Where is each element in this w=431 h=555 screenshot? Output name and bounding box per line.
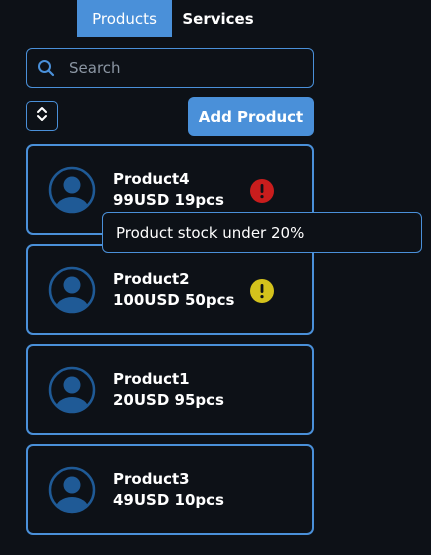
product-price-stock: 99USD 19pcs	[113, 191, 224, 209]
tab-services[interactable]: Services	[172, 0, 264, 37]
avatar-icon	[48, 166, 96, 214]
product-price-stock: 100USD 50pcs	[113, 291, 235, 309]
search-box	[26, 48, 314, 88]
add-product-button[interactable]: Add Product	[188, 97, 314, 136]
product-card[interactable]: Product1 20USD 95pcs	[26, 344, 314, 435]
avatar-icon	[48, 466, 96, 514]
product-card[interactable]: Product2 100USD 50pcs	[26, 244, 314, 335]
product-name: Product1	[113, 370, 190, 388]
product-name: Product4	[113, 170, 190, 188]
sort-button[interactable]	[26, 101, 58, 131]
tab-products[interactable]: Products	[77, 0, 172, 37]
product-price-stock: 49USD 10pcs	[113, 491, 224, 509]
sort-up-down-icon	[35, 105, 49, 127]
search-input[interactable]	[67, 49, 313, 87]
product-name: Product3	[113, 470, 190, 488]
stock-tooltip: Product stock under 20%	[102, 212, 422, 253]
product-price-stock: 20USD 95pcs	[113, 391, 224, 409]
critical-stock-icon[interactable]	[250, 179, 274, 203]
warning-stock-icon[interactable]	[250, 279, 274, 303]
app-root: Products Services Add Product	[0, 0, 431, 555]
product-card[interactable]: Product3 49USD 10pcs	[26, 444, 314, 535]
tab-bar: Products Services	[77, 0, 264, 37]
product-name: Product2	[113, 270, 190, 288]
avatar-icon	[48, 366, 96, 414]
search-icon	[37, 59, 55, 77]
avatar-icon	[48, 266, 96, 314]
